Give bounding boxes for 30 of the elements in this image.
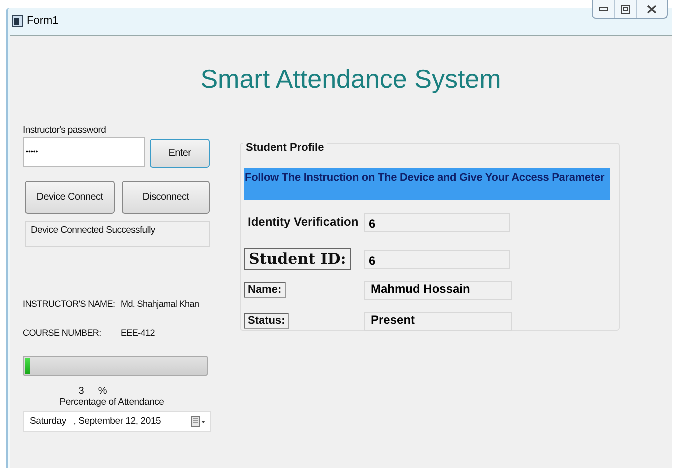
- app-heading: Smart Attendance System: [200, 64, 502, 95]
- value-field: Mahmud Hossain: [364, 280, 512, 300]
- calendar-icon[interactable]: [191, 416, 206, 428]
- maximize-icon: [621, 4, 630, 14]
- field-label: Status:: [244, 313, 290, 329]
- password-label: Instructor's password: [23, 125, 108, 136]
- instruction-banner: Follow The Instruction on The Device and Give Your Access Parameter: [244, 168, 610, 200]
- app-icon: [12, 14, 23, 26]
- enter-button[interactable]: Enter: [150, 139, 210, 168]
- panel-title: Student Profile: [243, 142, 328, 154]
- date-picker[interactable]: Saturday , September 12, 2015: [23, 411, 211, 432]
- field-label: Student ID:: [244, 248, 352, 270]
- connect-button[interactable]: Device Connect: [25, 181, 115, 214]
- value-field: 6: [364, 212, 510, 232]
- minimize-icon: [599, 6, 608, 12]
- field-label: Identity Verification: [247, 215, 359, 229]
- info-value: EEE-412: [121, 328, 155, 338]
- percent-sign: %: [98, 386, 108, 397]
- info-label: COURSE NUMBER:: [23, 328, 102, 338]
- value-field: Present: [364, 312, 512, 330]
- disconnect-button[interactable]: Disconnect: [122, 181, 210, 214]
- percent-value: 3: [78, 386, 84, 397]
- close-icon: [647, 4, 657, 14]
- value-field: 6: [364, 250, 510, 268]
- field-label: Name:: [244, 282, 286, 298]
- attendance-caption: Percentage of Attendance: [58, 397, 166, 408]
- info-label: INSTRUCTOR'S NAME:: [23, 299, 116, 309]
- window-title: Form1: [27, 14, 59, 26]
- status-message: Device Connected Successfully: [25, 221, 210, 247]
- info-value: Md. Shahjamal Khan: [121, 299, 200, 309]
